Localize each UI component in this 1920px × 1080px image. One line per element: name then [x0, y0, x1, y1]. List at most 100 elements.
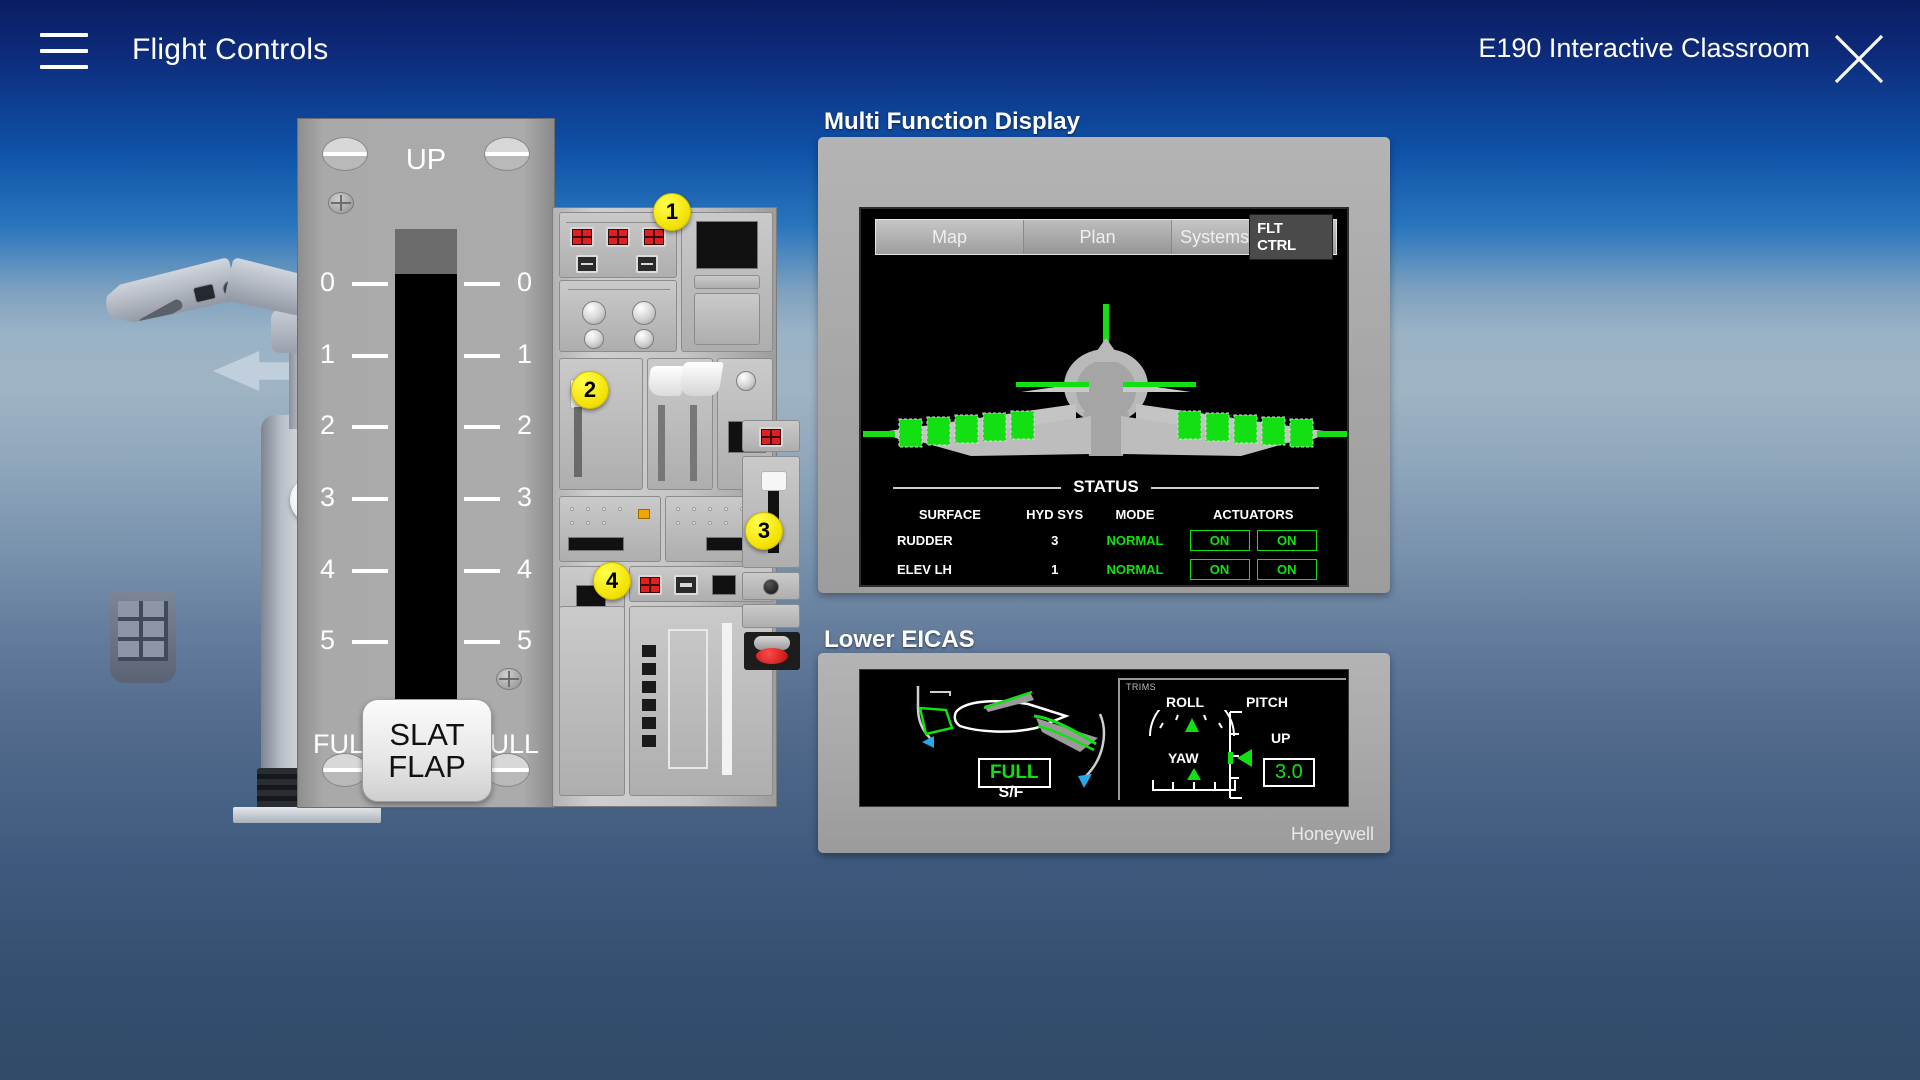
tab-plan[interactable]: Plan — [1024, 220, 1173, 254]
detent-tick-left — [352, 425, 388, 430]
detent-tick-right — [464, 568, 500, 573]
handle-line-2: FLAP — [388, 748, 466, 784]
ignition-knob[interactable] — [634, 329, 654, 349]
status-table-row: RUDDER 3 NORMAL ON ON — [883, 526, 1329, 555]
eicas-divider — [1118, 678, 1120, 800]
annunciator-light[interactable] — [759, 427, 783, 447]
detent-label-right: 5 — [516, 625, 532, 656]
mfd-title: Multi Function Display — [824, 108, 1080, 135]
callout-badge-2[interactable]: 2 — [571, 371, 609, 409]
eicas-bezel: FULL S/F TRIMS ROLL YAW PITCH UP 3.0 Hon… — [818, 653, 1390, 853]
yaw-trim-label: YAW — [1168, 750, 1199, 766]
display-knob[interactable] — [736, 371, 756, 391]
cell-actuators: ON ON — [1177, 526, 1329, 555]
detent-label-right: 2 — [516, 410, 532, 441]
status-heading: STATUS — [883, 477, 1329, 497]
annunciator-light[interactable] — [606, 227, 630, 247]
cell-hyd-sys: 3 — [1051, 533, 1059, 548]
panel-screw-small — [328, 192, 354, 214]
thrust-levers[interactable] — [647, 360, 725, 400]
flap-detent-scale: 001122334455 — [298, 267, 554, 701]
ignition-knob[interactable] — [584, 329, 604, 349]
slat-flap-lever-handle[interactable]: SLAT FLAP — [362, 699, 492, 802]
flap-detent-4: 44 — [298, 554, 554, 584]
cell-surface: ELEV RH — [883, 584, 1017, 585]
park-brake-panel[interactable] — [742, 572, 800, 600]
annunciator-light[interactable] — [642, 227, 666, 247]
callout-badge-3[interactable]: 3 — [745, 512, 783, 550]
app-title: E190 Interactive Classroom — [1478, 33, 1810, 63]
hamburger-menu-icon[interactable] — [40, 33, 88, 77]
radio-tuning-panel[interactable] — [559, 496, 661, 562]
cell-hyd-sys: 1 — [1051, 562, 1059, 577]
hamburger-bar — [40, 65, 88, 69]
mode-switch[interactable] — [576, 255, 598, 273]
annunciator-light[interactable] — [638, 575, 662, 595]
roll-trim-label: ROLL — [1166, 694, 1205, 710]
control-column-illustration — [75, 255, 325, 823]
yoke-grip — [137, 298, 184, 331]
start-stop-knob[interactable] — [582, 301, 606, 325]
tab-map[interactable]: Map — [876, 220, 1025, 254]
pedestal-flap-lever-module[interactable] — [742, 456, 800, 568]
actuator-status-1: ON — [1189, 559, 1250, 580]
callout-badge-4[interactable]: 4 — [593, 562, 631, 600]
flap-detent-2: 22 — [298, 410, 554, 440]
slat-flap-sub-label: S/F — [998, 784, 1024, 801]
pedal-grip — [118, 601, 168, 661]
door-switch[interactable] — [674, 575, 698, 595]
detent-label-right: 0 — [516, 267, 532, 297]
flap-up-label: UP — [405, 144, 447, 176]
fms-cdu[interactable] — [681, 212, 773, 352]
detent-label-left: 3 — [320, 482, 336, 512]
detent-tick-left — [352, 568, 388, 573]
detent-label-right: 3 — [516, 482, 532, 512]
flap-detent-0: 00 — [298, 267, 554, 297]
aircraft-control-surface-diagram — [863, 304, 1347, 456]
pushback-placard — [668, 629, 708, 769]
cell-mode: NORMAL — [1106, 533, 1164, 548]
hamburger-bar — [40, 33, 88, 37]
detent-tick-right — [464, 353, 500, 358]
annunciator-light[interactable] — [570, 227, 594, 247]
honeywell-brand-label: Honeywell — [1290, 824, 1374, 844]
flap-detent-3: 33 — [298, 482, 554, 512]
rudder-pedal-left — [110, 591, 176, 683]
close-icon[interactable] — [1828, 28, 1890, 90]
engine-start-panel[interactable] — [559, 280, 677, 352]
cell-surface: ELEV LH — [897, 562, 952, 577]
aileron-annunciator-panel[interactable] — [742, 420, 800, 452]
detent-label-left: 0 — [320, 267, 336, 297]
detent-label-right: 1 — [516, 338, 532, 369]
cell-mode: NORMAL — [1093, 584, 1178, 585]
detent-tick-left — [352, 640, 388, 645]
tab-systems[interactable]: Systems — [1180, 227, 1249, 248]
slat-flap-lever-panel[interactable]: UP DOWN 001122334455 FULL FULL SLAT FLAP — [297, 118, 555, 808]
callout-badge-1[interactable]: 1 — [653, 193, 691, 231]
detent-tick-right — [464, 282, 500, 286]
park-brake-knob[interactable] — [763, 579, 779, 595]
detent-label-left: 1 — [320, 338, 336, 369]
yoke-trim-button-icon — [213, 303, 233, 323]
gear-handle-housing[interactable] — [744, 632, 800, 670]
eicas-screen: FULL S/F TRIMS ROLL YAW PITCH UP 3.0 — [859, 669, 1349, 807]
door-unlock-button[interactable] — [712, 575, 736, 595]
status-rule-right — [1151, 487, 1319, 489]
actuator-status-2: ON — [1256, 530, 1317, 551]
detent-label-left: 4 — [320, 553, 336, 584]
detent-label-left: 5 — [320, 625, 336, 656]
col-mode: MODE — [1115, 507, 1155, 522]
detent-tick-left — [352, 282, 388, 286]
tab-flt-ctrl[interactable]: FLT CTRL — [1249, 214, 1334, 260]
mode-switch[interactable] — [636, 255, 658, 273]
cdu-keypad[interactable] — [694, 293, 760, 345]
gear-handle-knob[interactable] — [756, 648, 788, 664]
col-hyd-sys: HYD SYS — [1026, 507, 1084, 522]
pedestal-blank-panel — [559, 606, 625, 796]
eicas-title: Lower EICAS — [824, 626, 975, 653]
actuator-status-1: ON — [1189, 530, 1250, 551]
top-bar: Flight Controls E190 Interactive Classro… — [0, 0, 1920, 110]
aileron-disconnect-panel[interactable] — [742, 604, 800, 628]
start-stop-knob[interactable] — [632, 301, 656, 325]
mfd-bezel: Map Plan Systems FLT CTRL STATUS SURFACE… — [818, 137, 1390, 593]
